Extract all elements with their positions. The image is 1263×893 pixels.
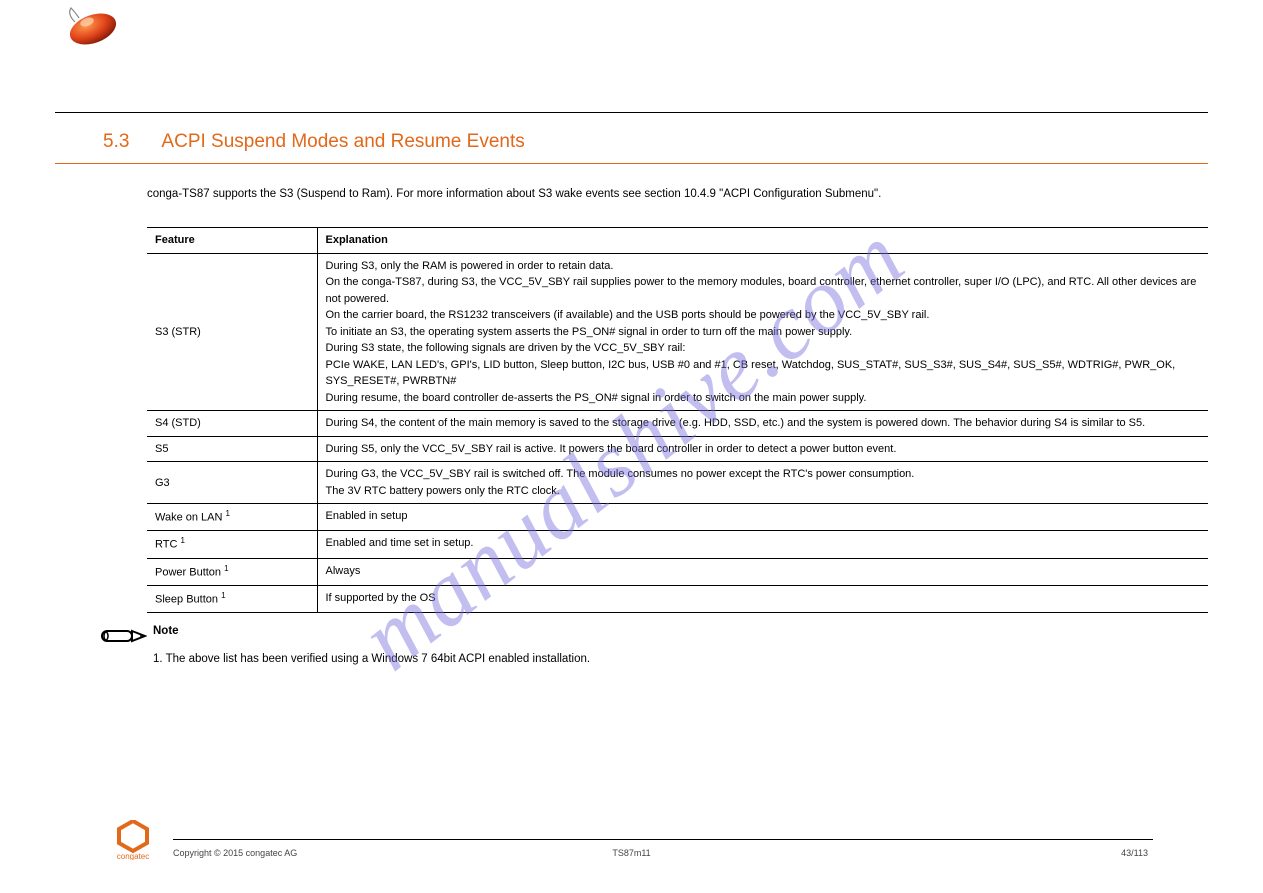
footer-page-number: 43/113	[1121, 848, 1148, 858]
footer-rule	[173, 839, 1153, 840]
pencil-icon	[99, 625, 153, 650]
note-label: Note	[153, 625, 590, 637]
table-row: Sleep Button 1If supported by the OS	[147, 585, 1208, 612]
table-row: RTC 1Enabled and time set in setup.	[147, 531, 1208, 558]
page-header: (tip)	[55, 0, 1208, 56]
table-row: G3During G3, the VCC_5V_SBY rail is swit…	[147, 462, 1208, 504]
table-cell-explanation: During S5, only the VCC_5V_SBY rail is a…	[317, 436, 1208, 462]
svg-text:congatec: congatec	[117, 852, 149, 860]
table-cell-feature: Sleep Button 1	[147, 585, 317, 612]
table-row: S3 (STR)During S3, only the RAM is power…	[147, 253, 1208, 411]
table-cell-feature: Power Button 1	[147, 558, 317, 585]
table-row: Power Button 1Always	[147, 558, 1208, 585]
footer-copyright: Copyright © 2015 congatec AG	[173, 848, 297, 858]
mouse-icon	[65, 4, 121, 51]
table-cell-explanation: Enabled and time set in setup.	[317, 531, 1208, 558]
note-body: 1. The above list has been verified usin…	[153, 637, 590, 665]
table-cell-feature: RTC 1	[147, 531, 317, 558]
feature-table: Feature Explanation S3 (STR)During S3, o…	[147, 227, 1208, 613]
congatec-logo-icon: congatec	[110, 820, 156, 865]
table-cell-feature: S4 (STD)	[147, 411, 317, 437]
table-row: S4 (STD)During S4, the content of the ma…	[147, 411, 1208, 437]
table-cell-explanation: Enabled in setup	[317, 504, 1208, 531]
table-cell-feature: S3 (STR)	[147, 253, 317, 411]
table-cell-explanation: During G3, the VCC_5V_SBY rail is switch…	[317, 462, 1208, 504]
section-number: 5.3	[103, 131, 129, 152]
table-cell-explanation: During S4, the content of the main memor…	[317, 411, 1208, 437]
section-heading: 5.3 ACPI Suspend Modes and Resume Events	[55, 113, 1208, 164]
table-cell-feature: Wake on LAN 1	[147, 504, 317, 531]
tip-label: (tip)	[139, 6, 160, 20]
table-cell-explanation: During S3, only the RAM is powered in or…	[317, 253, 1208, 411]
section-title-text: ACPI Suspend Modes and Resume Events	[161, 131, 524, 152]
note-content: Note 1. The above list has been verified…	[153, 625, 590, 665]
table-row: S5During S5, only the VCC_5V_SBY rail is…	[147, 436, 1208, 462]
table-cell-feature: S5	[147, 436, 317, 462]
intro-paragraph: conga-TS87 supports the S3 (Suspend to R…	[55, 164, 1208, 203]
table-cell-explanation: If supported by the OS	[317, 585, 1208, 612]
table-header-row: Feature Explanation	[147, 228, 1208, 254]
table-header-feature: Feature	[147, 228, 317, 254]
table-row: Wake on LAN 1Enabled in setup	[147, 504, 1208, 531]
table-header-explanation: Explanation	[317, 228, 1208, 254]
footer-doc-id: TS87m11	[612, 848, 650, 858]
note-block: Note 1. The above list has been verified…	[55, 613, 1208, 665]
table-cell-explanation: Always	[317, 558, 1208, 585]
page: (tip) 5.3 ACPI Suspend Modes and Resume E…	[55, 0, 1208, 893]
table-cell-feature: G3	[147, 462, 317, 504]
